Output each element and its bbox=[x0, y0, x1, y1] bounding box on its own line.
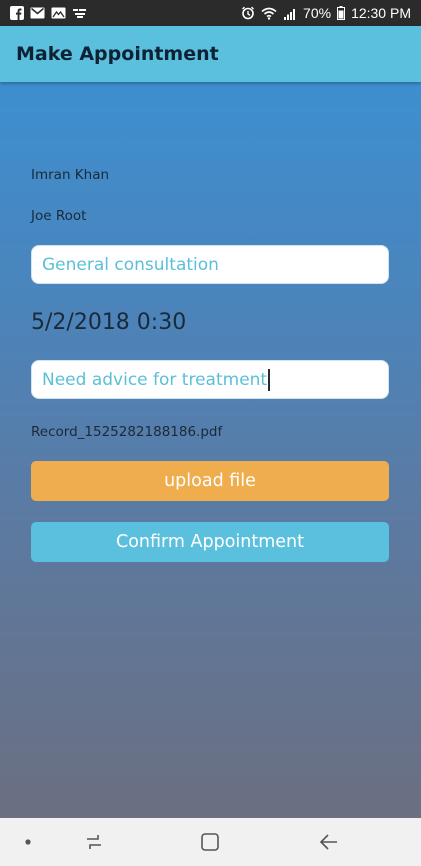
facebook-icon bbox=[10, 6, 24, 20]
dot-icon[interactable] bbox=[18, 818, 38, 866]
mail-icon bbox=[51, 7, 66, 19]
doctor-name: Joe Root bbox=[31, 208, 87, 224]
signal-icon bbox=[283, 7, 297, 20]
battery-percent: 70% bbox=[303, 5, 332, 21]
recent-apps-icon[interactable] bbox=[78, 818, 110, 866]
alarm-icon bbox=[241, 6, 255, 20]
attached-file-name: Record_1525282188186.pdf bbox=[31, 424, 223, 440]
upload-file-button[interactable]: upload file bbox=[31, 461, 389, 501]
page-title: Make Appointment bbox=[16, 43, 219, 65]
confirm-appointment-button[interactable]: Confirm Appointment bbox=[31, 522, 389, 562]
appointment-form: Imran Khan Joe Root General consultation… bbox=[0, 82, 421, 818]
text-cursor bbox=[268, 368, 271, 391]
status-time: 12:30 PM bbox=[351, 5, 411, 21]
consultation-type-field[interactable]: General consultation bbox=[31, 245, 389, 284]
battery-icon bbox=[337, 6, 346, 20]
consultation-type-value: General consultation bbox=[42, 254, 219, 275]
wifi-icon bbox=[261, 7, 277, 20]
notes-field[interactable]: Need advice for treatment bbox=[31, 360, 389, 399]
back-icon[interactable] bbox=[312, 818, 346, 866]
home-icon[interactable] bbox=[193, 818, 227, 866]
appointment-datetime[interactable]: 5/2/2018 0:30 bbox=[31, 310, 186, 335]
app-bar: Make Appointment bbox=[0, 26, 421, 82]
status-bar: 70% 12:30 PM bbox=[0, 0, 421, 26]
status-bar-right: 70% 12:30 PM bbox=[241, 5, 411, 21]
app-notification-icon bbox=[72, 7, 88, 19]
notes-value: Need advice for treatment bbox=[42, 369, 268, 390]
status-bar-left bbox=[10, 6, 88, 20]
gmail-icon bbox=[30, 7, 45, 19]
navigation-bar bbox=[0, 818, 421, 866]
patient-name: Imran Khan bbox=[31, 167, 110, 183]
